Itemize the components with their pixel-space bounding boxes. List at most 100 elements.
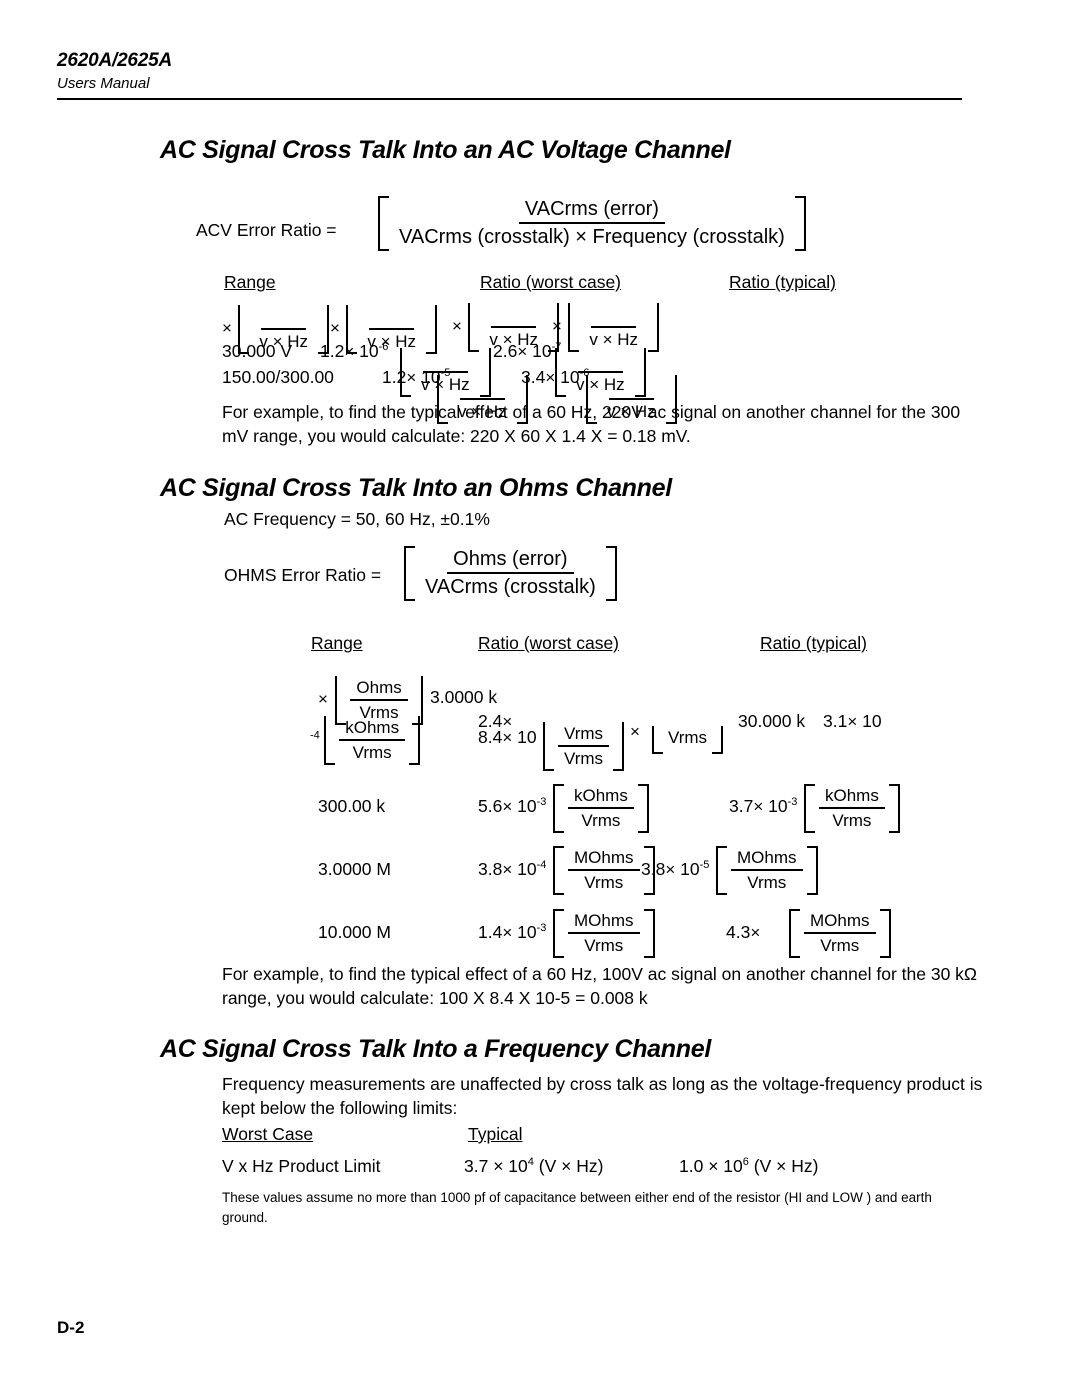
bracket-left-icon — [652, 726, 663, 754]
frequency-worst-mantissa: 3.7 × 10 — [464, 1156, 528, 1176]
ohms-row-4-worst-unit-num: MOhms — [568, 848, 640, 871]
ohms-row-3-worst-mantissa: 5.6 — [478, 796, 503, 816]
ohms-row-2-worst-unit: kOhms — [339, 718, 406, 741]
page-header: 2620A/2625A Users Manual — [57, 50, 962, 100]
bracket-left-icon — [543, 722, 554, 771]
ohms-col-worst: Ratio (worst case) — [478, 633, 620, 653]
ohms-formula: Ohms (error) VACrms (crosstalk) — [404, 546, 617, 601]
ohms-row-2-unit-artifact: -4 kOhms Vrms — [310, 716, 421, 765]
ohms-row-4-range: 3.0000 M — [318, 859, 391, 879]
ohms-col-range: Range — [311, 633, 363, 653]
ohms-row-5-typical: 4.3× — [726, 922, 761, 942]
ohms-col-typical: Ratio (typical) — [760, 633, 867, 653]
ohms-denominator-unit: Vrms — [581, 811, 621, 830]
header-rule — [57, 98, 962, 100]
acv-row-1-worst: 1.2× 10-6 — [320, 341, 389, 361]
frequency-footnote: These values assume no more than 1000 pf… — [222, 1190, 932, 1225]
bracket-right-icon — [712, 726, 724, 754]
ohms-denominator-unit: Vrms — [820, 936, 860, 955]
bracket-right-icon — [613, 722, 625, 771]
acv-formula: VACrms (error) VACrms (crosstalk) × Freq… — [378, 196, 806, 251]
ohms-row-5-worst-exp: -3 — [536, 922, 547, 935]
heading-frequency-channel: AC Signal Cross Talk Into a Frequency Ch… — [160, 1035, 711, 1063]
header-model: 2620A/2625A — [57, 50, 173, 71]
ohms-row-4-typical-mantissa: 3.8 — [641, 859, 666, 879]
frequency-intro-text: Frequency measurements are unaffected by… — [222, 1074, 983, 1118]
acv-col-typical: Ratio (typical) — [729, 272, 836, 292]
ohms-row-4-typical-unit: MOhms Vrms — [716, 846, 818, 895]
ohms-row-4-worst-unit: MOhms Vrms — [553, 846, 655, 895]
ohms-row-3-worst-exp: -3 — [536, 796, 547, 809]
ohms-formula-label: OHMS Error Ratio = — [224, 565, 382, 585]
ohms-row-4-typical: 3.8× 10-5 — [641, 859, 710, 879]
ohms-row-5-typical-unit-num: MOhms — [804, 911, 876, 934]
ohms-row-3-worst-unit: kOhms Vrms — [553, 784, 649, 833]
ohms-row-4-typical-exp: -5 — [699, 859, 710, 872]
ohms-row-2-worst-mantissa: 8.4 — [478, 727, 503, 747]
frequency-typical-unit: (V × Hz) — [753, 1156, 819, 1176]
ohms-row-2-overlap-unit: Vrms Vrms — [543, 722, 625, 771]
bracket-right-icon — [605, 546, 617, 601]
frequency-typical-value: 1.0 × 106 (V × Hz) — [679, 1155, 818, 1178]
ohms-row-5-typical-unit: MOhms Vrms — [789, 909, 891, 958]
acv-col-worst: Ratio (worst case) — [480, 272, 622, 292]
ohms-row-5-range: 10.000 M — [318, 922, 391, 942]
bracket-left-icon — [789, 909, 800, 958]
bracket-left-icon — [468, 303, 480, 352]
ohms-row-4-worst-mantissa: 3.8 — [478, 859, 503, 879]
bracket-right-icon — [643, 909, 655, 958]
bracket-left-icon — [324, 716, 336, 765]
bracket-left-icon — [553, 784, 564, 833]
ohms-row-5-worst-unit: MOhms Vrms — [553, 909, 655, 958]
ohms-row-5-worst: 1.4× 10-3 — [478, 922, 547, 942]
acv-example-text: For example, to find the typical effect … — [222, 402, 961, 446]
frequency-col-worst: Worst Case — [222, 1124, 314, 1144]
bracket-right-icon — [648, 303, 660, 352]
ohms-denominator-unit: Vrms — [832, 811, 872, 830]
bracket-left-icon — [568, 303, 580, 352]
frequency-worst-value: 3.7 × 104 (V × Hz) — [464, 1155, 603, 1178]
ohms-row-3-worst-unit-num: kOhms — [568, 786, 634, 809]
bracket-left-icon — [716, 846, 727, 895]
ohms-row-3-typical: 3.7× 10-3 — [729, 796, 798, 816]
acv-row-1-worst-exp: -6 — [378, 341, 389, 354]
bracket-left-icon — [553, 846, 564, 895]
bracket-right-icon — [637, 784, 649, 833]
ohms-row-4-worst: 3.8× 10-4 — [478, 859, 547, 879]
acv-row-1-typical: 2.6× 10-7 — [493, 341, 562, 361]
ohms-row-4-typical-unit-num: MOhms — [731, 848, 803, 871]
frequency-typical-exp: 6 — [742, 1156, 749, 1169]
acv-row-1-worst-mantissa: 1.2 — [320, 341, 345, 361]
acv-formula-label: ACV Error Ratio = — [196, 220, 337, 240]
bracket-right-icon — [879, 909, 891, 958]
acv-row-2-typical: 3.4× 10-6 — [521, 367, 590, 387]
ohms-row-4-worst-exp: -4 — [536, 859, 547, 872]
ohms-row-5-typical-mantissa: 4.3 — [726, 922, 751, 942]
bracket-left-icon — [404, 546, 415, 601]
ohms-row-5-worst-unit-num: MOhms — [568, 911, 640, 934]
acv-col-range: Range — [224, 272, 276, 292]
ohms-formula-numerator: Ohms (error) — [447, 548, 574, 574]
ohms-denominator-unit: Vrms — [564, 749, 604, 768]
ohms-denominator-unit: Vrms — [747, 873, 787, 892]
acv-formula-denominator: VACrms (crosstalk) × Frequency (crosstal… — [399, 226, 785, 248]
header-manual-title: Users Manual — [57, 75, 150, 92]
ohms-row-3-typical-unit-num: kOhms — [819, 786, 885, 809]
heading-ohms-channel: AC Signal Cross Talk Into an Ohms Channe… — [160, 474, 672, 502]
ohms-row-1-worst-unit: Ohms — [350, 678, 408, 701]
frequency-worst-unit: (V × Hz) — [538, 1156, 604, 1176]
ohms-row-2-worst-exp: -4 — [310, 729, 320, 742]
ohms-row-2-times-artifact: × — [630, 722, 640, 741]
heading-ac-voltage-channel: AC Signal Cross Talk Into an AC Voltage … — [160, 136, 731, 164]
bracket-right-icon — [426, 305, 438, 354]
ohms-frequency-note: AC Frequency = 50, 60 Hz, ±0.1% — [224, 509, 490, 529]
bracket-left-icon — [378, 196, 389, 251]
ohms-row-5-worst-mantissa: 1.4 — [478, 922, 503, 942]
ohms-row-3-typical-exp: -3 — [787, 796, 798, 809]
ohms-row-2-worst: 8.4× 10 — [478, 727, 537, 747]
page-number: D-2 — [57, 1318, 85, 1337]
ohms-formula-denominator: VACrms (crosstalk) — [425, 576, 596, 598]
ohms-row-1-range: 3.0000 k — [430, 687, 498, 707]
acv-row-2-range: 150.00/300.00 — [222, 367, 334, 387]
acv-row-2-worst-mantissa: 1.2 — [382, 367, 407, 387]
